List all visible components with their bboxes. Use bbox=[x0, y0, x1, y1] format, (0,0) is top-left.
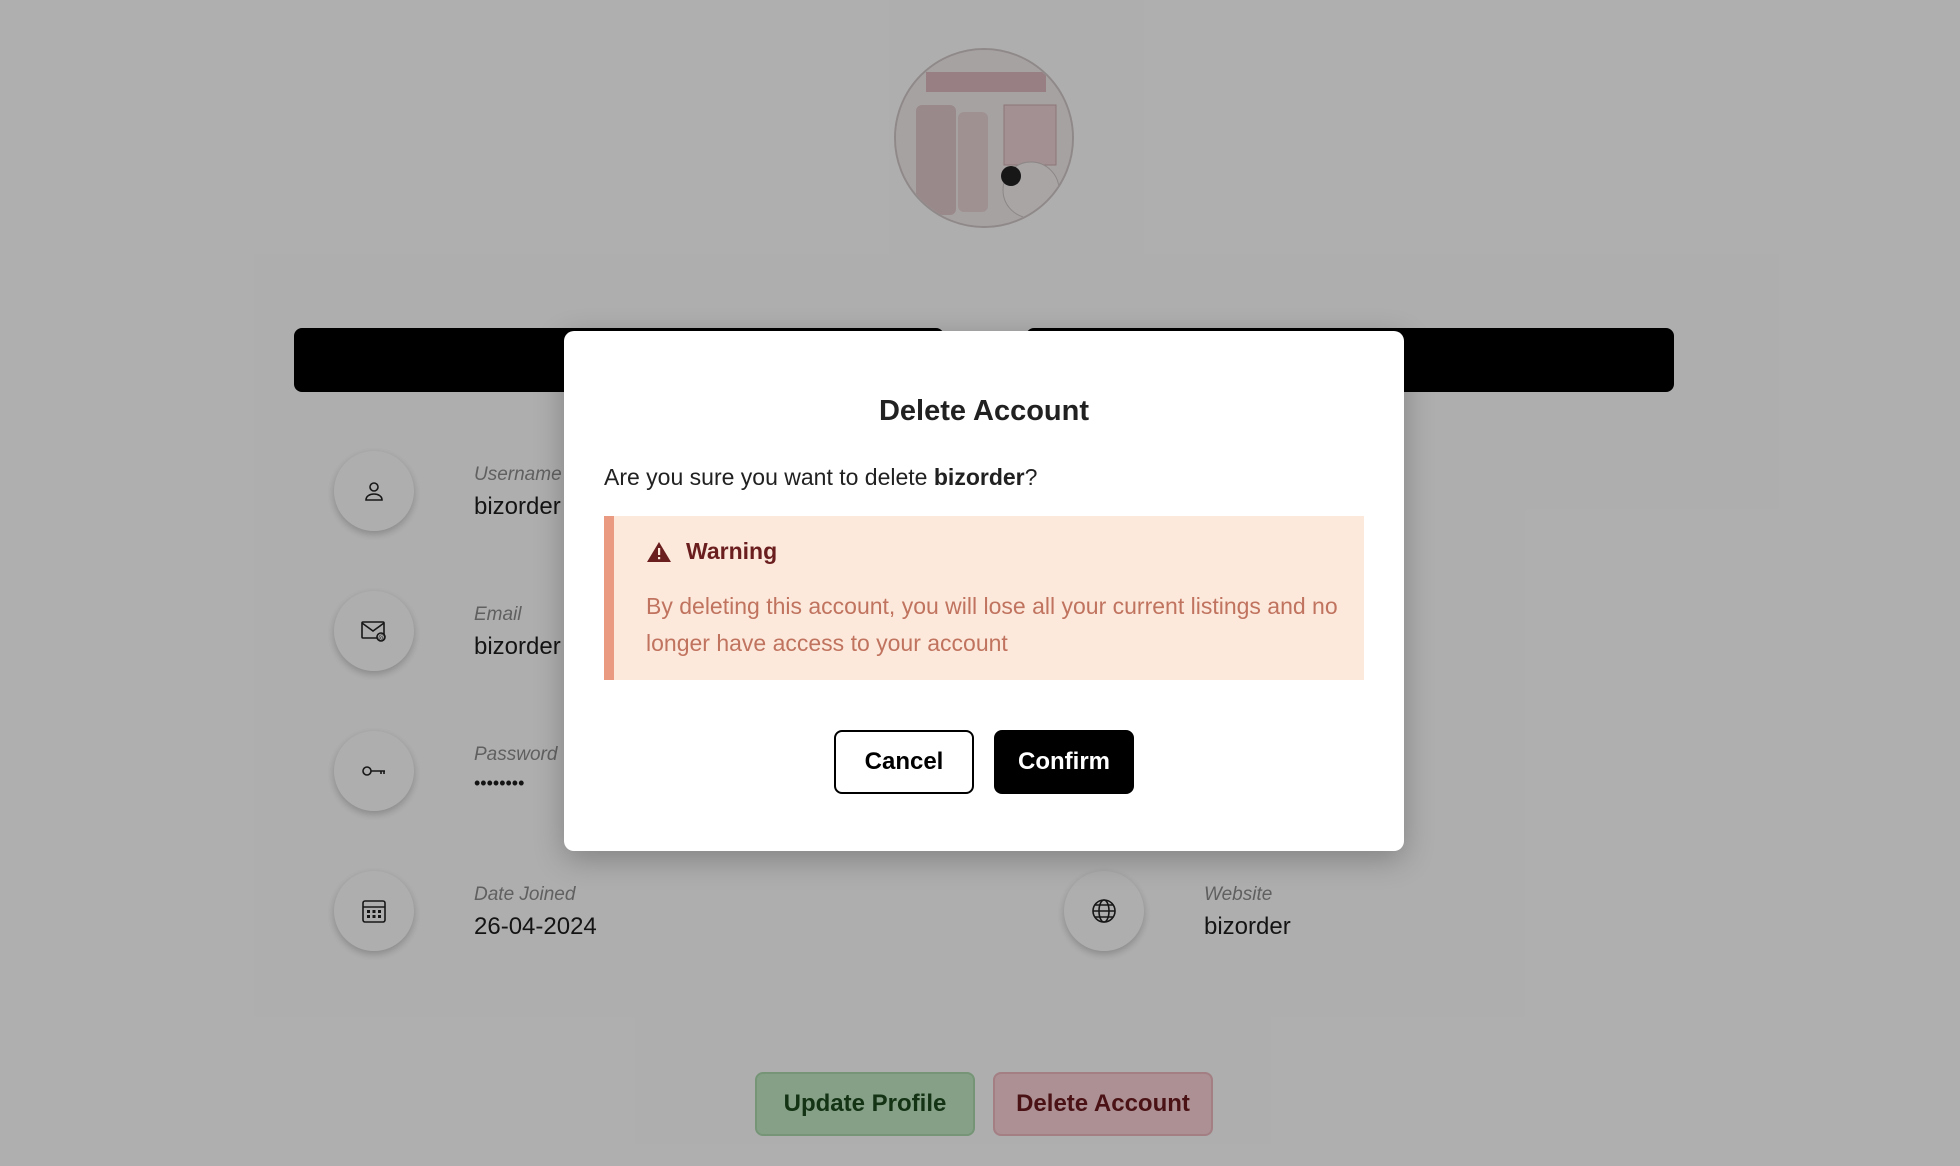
question-username: bizorder bbox=[933, 464, 1025, 490]
warning-text: By deleting this account, you will lose … bbox=[646, 593, 1338, 656]
warning-title: Warning bbox=[686, 538, 778, 564]
cancel-button[interactable]: Cancel bbox=[834, 730, 974, 794]
delete-account-modal: Delete Account Are you sure you want to … bbox=[564, 331, 1404, 851]
modal-title: Delete Account bbox=[878, 395, 1090, 427]
modal-question: Are you sure you want to delete bizorder… bbox=[604, 464, 1037, 491]
warning-box: Warning By deleting this account, you wi… bbox=[604, 516, 1364, 680]
question-prefix: Are you sure you want to delete bbox=[604, 464, 934, 490]
warning-triangle-icon bbox=[647, 541, 671, 562]
confirm-button[interactable]: Confirm bbox=[994, 730, 1134, 794]
question-suffix: ? bbox=[1024, 464, 1038, 490]
warning-header: Warning bbox=[646, 538, 777, 565]
